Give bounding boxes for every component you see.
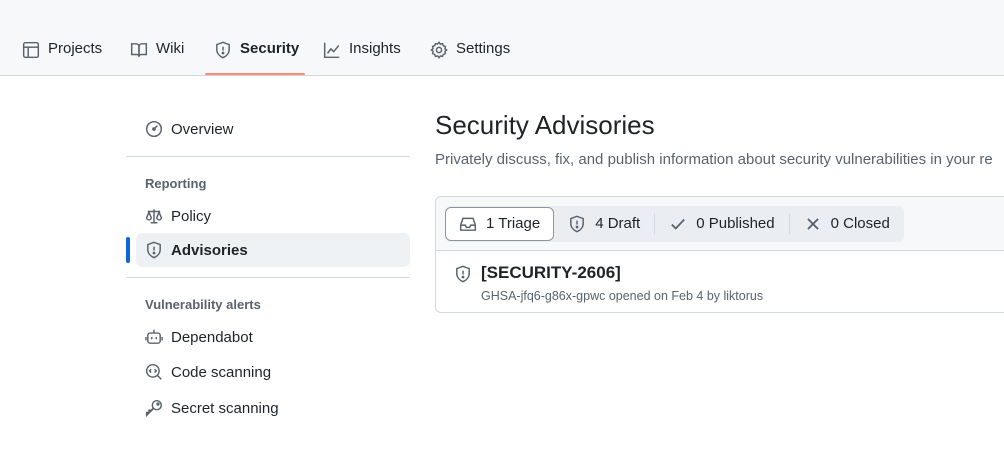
table-icon [22,41,40,59]
advisory-list: 1 Triage 4 Draft 0 Published 0 Closed [S… [435,196,1004,313]
inbox-icon [459,215,477,233]
filter-triage-label: 1 Triage [486,215,541,232]
filter-triage-button[interactable]: 1 Triage [445,206,555,241]
sidebar-item-code-scanning[interactable]: Code scanning [126,355,410,389]
gear-icon [430,41,448,59]
sidebar-heading-vulnerability-alerts: Vulnerability alerts [145,296,261,312]
sidebar-item-overview-label: Overview [171,120,234,138]
sidebar-item-dependabot-label: Dependabot [171,328,253,346]
key-icon [145,399,163,417]
advisory-list-header: 1 Triage 4 Draft 0 Published 0 Closed [436,197,1004,251]
shield-icon [568,215,586,233]
security-sidebar: Overview Reporting Policy Advisories Vul… [126,110,410,425]
sidebar-item-policy[interactable]: Policy [126,199,410,233]
shield-icon [454,265,472,283]
filter-published-button[interactable]: 0 Published [655,206,788,242]
filter-published-label: 0 Published [696,215,775,232]
tab-wiki-label: Wiki [156,40,185,57]
sidebar-item-dependabot[interactable]: Dependabot [126,320,410,354]
tab-projects[interactable]: Projects [22,30,102,76]
sidebar-divider [126,156,410,157]
main-content: Security Advisories Privately discuss, f… [435,108,1004,168]
tab-insights-label: Insights [349,40,401,57]
tab-settings[interactable]: Settings [430,30,510,76]
tab-security-label: Security [240,40,300,57]
law-icon [145,207,163,225]
tab-wiki[interactable]: Wiki [130,30,184,76]
tab-projects-label: Projects [48,40,103,57]
codescan-icon [145,363,163,381]
check-icon [669,215,687,233]
sidebar-item-code-scanning-label: Code scanning [171,363,272,381]
advisory-row-body: [SECURITY-2606] GHSA-jfq6-g86x-gpwc open… [481,263,763,303]
filter-closed-button[interactable]: 0 Closed [790,206,904,242]
graph-icon [323,41,341,59]
advisory-meta: GHSA-jfq6-g86x-gpwc opened on Feb 4 by l… [481,289,764,303]
page-title: Security Advisories [435,110,655,140]
sidebar-divider [126,277,410,278]
sidebar-heading-reporting: Reporting [145,175,207,191]
sidebar-item-overview[interactable]: Overview [126,112,410,146]
book-icon [130,41,148,59]
state-filter: 1 Triage 4 Draft 0 Published 0 Closed [445,205,904,242]
x-icon [804,215,822,233]
sidebar-item-policy-label: Policy [171,207,212,225]
sidebar-item-advisories[interactable]: Advisories [126,233,410,267]
active-tab-underline [205,73,305,75]
advisory-title-link[interactable]: [SECURITY-2606] [481,263,763,283]
dependabot-icon [145,328,163,346]
sidebar-item-secret-scanning-label: Secret scanning [171,399,279,417]
meter-icon [145,120,163,138]
filter-closed-label: 0 Closed [830,215,890,232]
filter-draft-button[interactable]: 4 Draft [554,206,654,242]
repo-nav: Projects Wiki Security Insights Settings [0,0,1004,76]
sidebar-item-secret-scanning[interactable]: Secret scanning [126,391,410,425]
advisory-row: [SECURITY-2606] GHSA-jfq6-g86x-gpwc open… [436,251,1004,303]
filter-draft-label: 4 Draft [595,215,641,232]
page-description: Privately discuss, fix, and publish info… [435,151,993,168]
shield-icon [214,41,232,59]
shield-icon [145,241,163,259]
sidebar-item-advisories-label: Advisories [171,241,248,259]
tab-security[interactable]: Security [214,30,299,76]
tab-insights[interactable]: Insights [323,30,401,76]
tab-settings-label: Settings [456,40,511,57]
